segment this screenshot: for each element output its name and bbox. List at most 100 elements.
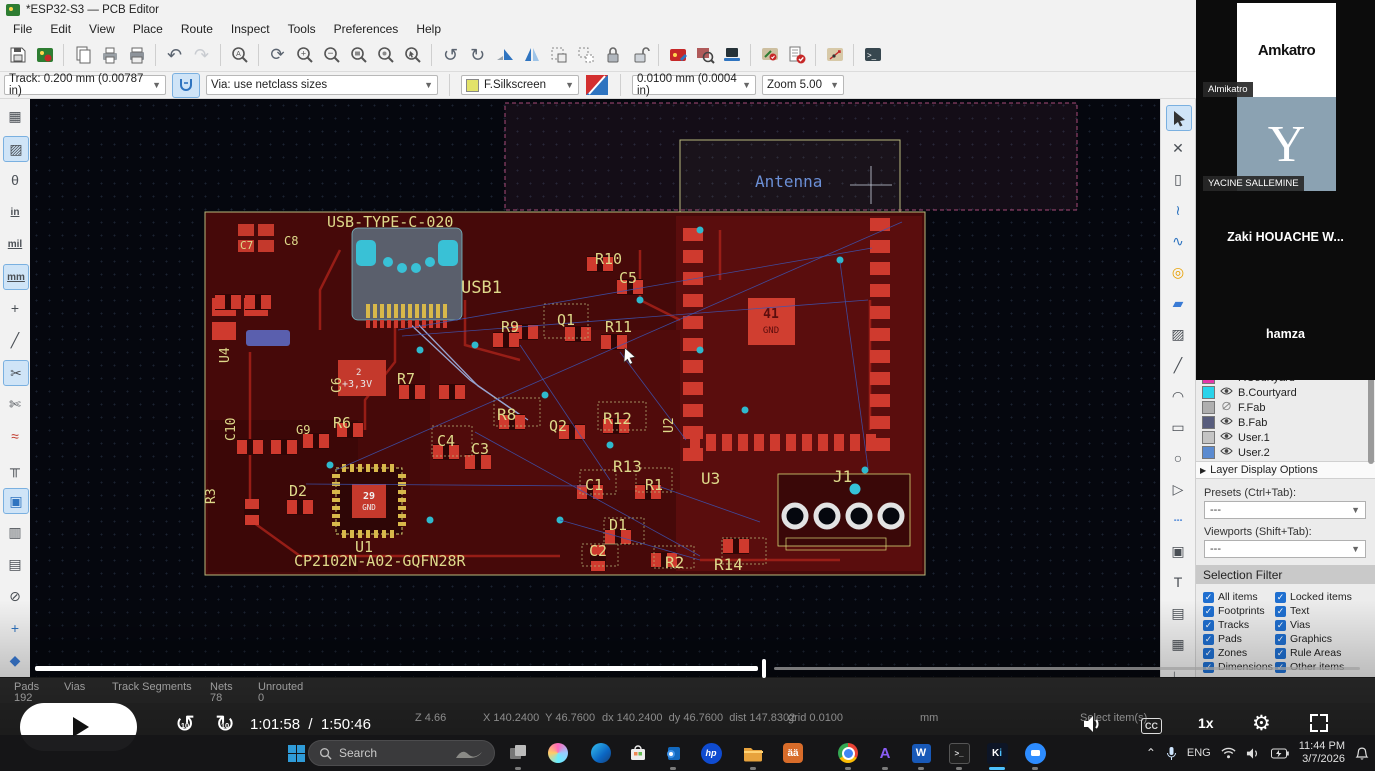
- add-keepout-button[interactable]: ▨: [1166, 322, 1190, 346]
- taskbar-word[interactable]: W: [908, 740, 934, 766]
- pcb-label[interactable]: R11: [605, 318, 632, 336]
- tune-length-button[interactable]: ∿: [1166, 229, 1190, 253]
- layer-color-swatch[interactable]: [1202, 431, 1215, 444]
- menu-tools[interactable]: Tools: [279, 20, 325, 38]
- via-size-select[interactable]: Via: use netclass sizes▼: [206, 75, 438, 95]
- add-via-button[interactable]: ◎: [1166, 260, 1190, 284]
- find-button[interactable]: A: [227, 43, 252, 68]
- print-button[interactable]: [97, 43, 122, 68]
- appearance-manager-button[interactable]: ◆: [3, 648, 27, 672]
- pcb-label[interactable]: C1: [585, 476, 603, 494]
- zoom-select[interactable]: Zoom 5.00▼: [762, 75, 844, 95]
- pcb-label[interactable]: C4: [437, 432, 455, 450]
- lock-button[interactable]: [600, 43, 625, 68]
- layer-color-swatch[interactable]: [1202, 416, 1215, 429]
- pcb-label[interactable]: R2: [665, 553, 684, 572]
- zoom-in-button[interactable]: +: [292, 43, 317, 68]
- rotate-ccw-button[interactable]: ↺: [438, 43, 463, 68]
- board-setup-button[interactable]: [32, 43, 57, 68]
- pcb-label[interactable]: 2: [356, 368, 361, 378]
- pcb-label[interactable]: C10: [224, 418, 239, 441]
- taskbar-search[interactable]: Search: [308, 740, 495, 766]
- taskbar-clock[interactable]: 11:44 PM 3/7/2026: [1299, 740, 1345, 766]
- units-mils-button[interactable]: mil: [3, 232, 27, 256]
- footprint-browser-button[interactable]: [692, 43, 717, 68]
- battery-icon[interactable]: [1271, 748, 1289, 759]
- layer-color-swatch[interactable]: [1202, 386, 1215, 399]
- notification-bell-icon[interactable]: [1355, 746, 1369, 761]
- taskbar-outlook[interactable]: [660, 740, 686, 766]
- pcb-label[interactable]: R13: [613, 457, 642, 476]
- pcb-label[interactable]: USB-TYPE-C-020: [327, 213, 453, 231]
- console-button[interactable]: >_: [860, 43, 885, 68]
- checkbox-checked[interactable]: ✓: [1275, 592, 1286, 603]
- polar-coords-button[interactable]: θ: [3, 168, 27, 192]
- taskbar-store[interactable]: [625, 740, 651, 766]
- origin-button[interactable]: [822, 43, 847, 68]
- menu-file[interactable]: File: [4, 20, 41, 38]
- layer-color-swatch[interactable]: [1202, 401, 1215, 414]
- pcb-label[interactable]: USB1: [461, 278, 502, 298]
- cross-probe-button[interactable]: +: [3, 616, 27, 640]
- eye-icon[interactable]: [1220, 446, 1233, 459]
- layer-pair-button[interactable]: [585, 74, 609, 96]
- pad-outline-mode-button[interactable]: ▥: [3, 520, 27, 544]
- grid-visibility-button[interactable]: ▦: [3, 104, 27, 128]
- checkbox-checked[interactable]: ✓: [1203, 620, 1214, 631]
- footprint-editor-button[interactable]: [665, 43, 690, 68]
- draft-line-button[interactable]: ┄: [1166, 508, 1190, 532]
- panel-scrollbar[interactable]: [1368, 369, 1374, 464]
- eye-off-icon[interactable]: [1220, 401, 1233, 414]
- eye-icon[interactable]: [1220, 386, 1233, 399]
- drc-check-button[interactable]: [784, 43, 809, 68]
- pcb-label[interactable]: R7: [397, 370, 415, 388]
- taskbar-task-view[interactable]: [505, 740, 531, 766]
- add-text-button[interactable]: T: [1166, 570, 1190, 594]
- pcb-label[interactable]: C8: [284, 234, 298, 248]
- flip-button[interactable]: [492, 43, 517, 68]
- pcb-label[interactable]: R9: [501, 318, 519, 336]
- local-ratsnest-button[interactable]: ✕: [1166, 136, 1190, 160]
- language-indicator[interactable]: ENG: [1187, 747, 1211, 759]
- constrain-45-button[interactable]: ╱: [3, 328, 27, 352]
- unlock-button[interactable]: [627, 43, 652, 68]
- rotate-cw-button[interactable]: ↻: [465, 43, 490, 68]
- undo-button[interactable]: ↶: [162, 43, 187, 68]
- taskbar-file-explorer[interactable]: [740, 740, 766, 766]
- add-table-button[interactable]: ▦: [1166, 632, 1190, 656]
- checkbox-checked[interactable]: ✓: [1275, 648, 1286, 659]
- pcb-label[interactable]: C2: [589, 542, 607, 560]
- grid-overrides-button[interactable]: ▨: [3, 136, 29, 162]
- plot-button[interactable]: [124, 43, 149, 68]
- taskbar-app-a[interactable]: A: [872, 740, 898, 766]
- pcb-canvas[interactable]: 41GND29GNDAntennaUSB-TYPE-C-020USB1C7C8R…: [30, 99, 1160, 677]
- group-button[interactable]: [546, 43, 571, 68]
- menu-view[interactable]: View: [80, 20, 124, 38]
- pcb-label[interactable]: R12: [603, 409, 632, 428]
- pcb-label[interactable]: U2: [662, 417, 677, 433]
- units-mm-button[interactable]: mm: [3, 264, 29, 290]
- add-image-button[interactable]: ▣: [1166, 539, 1190, 563]
- checkbox-checked[interactable]: ✓: [1203, 606, 1214, 617]
- taskbar-zoom[interactable]: [1022, 740, 1048, 766]
- zoom-page-button[interactable]: [346, 43, 371, 68]
- checkbox-checked[interactable]: ✓: [1203, 592, 1214, 603]
- add-footprint-button[interactable]: ▯: [1166, 167, 1190, 191]
- taskbar-terminal[interactable]: >_: [946, 740, 972, 766]
- drc-button[interactable]: [757, 43, 782, 68]
- menu-help[interactable]: Help: [407, 20, 450, 38]
- add-zone-button[interactable]: ▰: [1166, 291, 1190, 315]
- mirror-button[interactable]: [519, 43, 544, 68]
- taskbar-start-button[interactable]: [283, 740, 309, 766]
- cursor-shape-button[interactable]: +: [3, 296, 27, 320]
- page-settings-button[interactable]: [70, 43, 95, 68]
- refresh-button[interactable]: ⟳: [265, 43, 290, 68]
- tray-chevron-icon[interactable]: ⌃: [1146, 746, 1156, 760]
- zoom-selection-button[interactable]: [400, 43, 425, 68]
- fullscreen-button[interactable]: [1310, 714, 1328, 732]
- antenna-label[interactable]: Antenna: [755, 172, 822, 191]
- draw-line-button[interactable]: ╱: [1166, 353, 1190, 377]
- menu-edit[interactable]: Edit: [41, 20, 80, 38]
- draw-rectangle-button[interactable]: ▭: [1166, 415, 1190, 439]
- zone-outline-mode-button[interactable]: ▣: [3, 488, 29, 514]
